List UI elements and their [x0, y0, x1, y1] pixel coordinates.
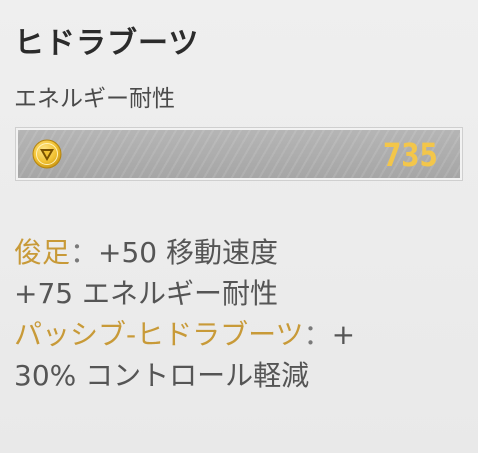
stat-energy-resist: +75 エネルギー耐性 — [14, 277, 278, 310]
stat-line-passive: パッシブ-ヒドラブーツ：+ — [14, 314, 466, 355]
item-type: エネルギー耐性 — [14, 86, 175, 112]
stat-move-speed: +50 移動速度 — [98, 236, 279, 269]
separator: ： — [70, 236, 99, 269]
item-price: 735 — [383, 136, 438, 174]
separator: ： — [303, 318, 332, 351]
passive-label-swift: 俊足 — [14, 236, 71, 269]
passive-label-hydra-boots: パッシブ-ヒドラブーツ — [14, 318, 304, 351]
item-name: ヒドラブーツ — [14, 26, 200, 61]
passive-value-prefix: + — [331, 318, 356, 351]
price-bar[interactable]: 735 — [15, 127, 463, 181]
item-stats: 俊足：+50 移動速度 +75 エネルギー耐性 パッシブ-ヒドラブーツ：+ 30… — [14, 232, 466, 396]
item-tooltip-card: ヒドラブーツ エネルギー耐性 735 俊足：+50 移動速度 +75 エネルギー… — [0, 0, 478, 453]
stat-line-swift: 俊足：+50 移動速度 — [14, 232, 466, 273]
gold-coin-icon — [32, 139, 62, 169]
stat-control-reduction: 30% コントロール軽減 — [14, 359, 310, 392]
